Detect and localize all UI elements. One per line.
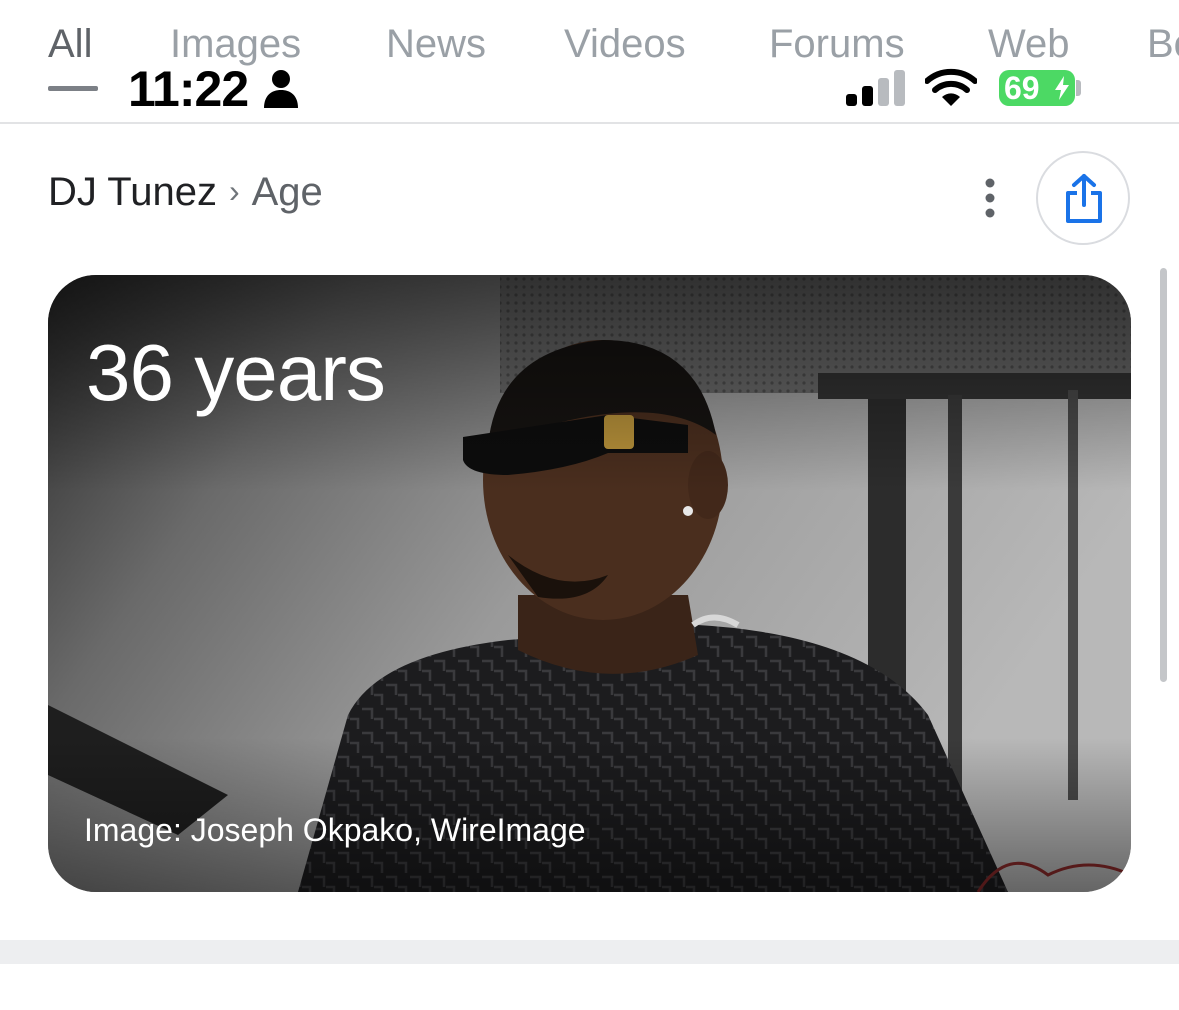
breadcrumb-attribute: Age: [251, 170, 323, 214]
share-icon: [1066, 174, 1102, 223]
battery-level: 69: [1004, 70, 1040, 106]
battery-cap: [1076, 80, 1081, 96]
image-credit: Image: Joseph Okpako, WireImage: [84, 812, 586, 848]
answer-image-card[interactable]: 36 years Image: Joseph Okpako, WireImage: [48, 275, 1131, 892]
active-tab-indicator: [48, 86, 98, 91]
wifi-icon: [925, 68, 977, 106]
breadcrumb-entity[interactable]: DJ Tunez: [48, 170, 217, 214]
tab-books[interactable]: Bo: [1147, 22, 1179, 67]
tab-forums[interactable]: Forums: [769, 22, 905, 67]
scrollbar[interactable]: [1160, 268, 1167, 682]
signal-icon: [846, 70, 905, 106]
breadcrumb: DJ Tunez › Age: [48, 170, 323, 215]
tab-web[interactable]: Web: [988, 22, 1070, 67]
tab-videos[interactable]: Videos: [564, 22, 686, 67]
tab-all[interactable]: All: [48, 22, 92, 67]
tabs-divider: [0, 122, 1179, 124]
share-button[interactable]: [1036, 151, 1130, 245]
person-icon: [264, 70, 298, 108]
section-divider: [0, 940, 1179, 964]
answer-value: 36 years: [86, 328, 386, 417]
bolt-icon: [1055, 76, 1069, 100]
more-vert-icon[interactable]: [978, 178, 1002, 218]
tab-news[interactable]: News: [386, 22, 486, 67]
status-time: 11:22: [128, 61, 249, 117]
breadcrumb-separator: ›: [228, 173, 240, 209]
